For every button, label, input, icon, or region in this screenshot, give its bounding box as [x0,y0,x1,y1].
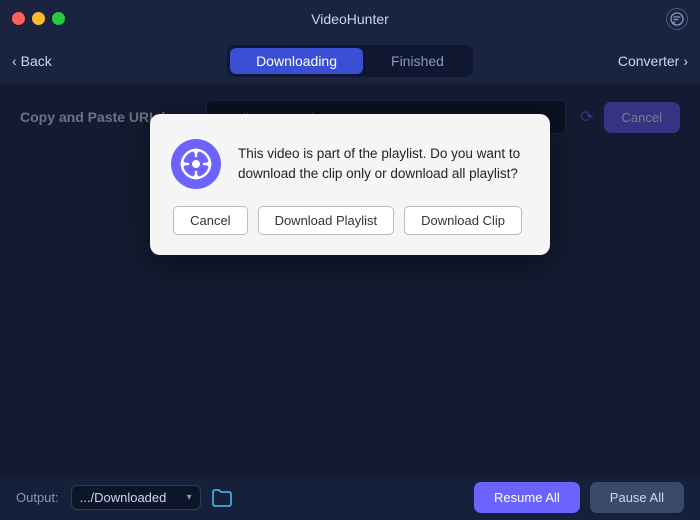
chevron-left-icon: ‹ [12,53,17,69]
back-label: Back [21,53,52,69]
app-title: VideoHunter [311,11,389,27]
output-path-dropdown[interactable]: .../Downloaded ▾ [71,485,201,510]
tab-downloading[interactable]: Downloading [230,48,363,74]
back-button[interactable]: ‹ Back [12,53,52,69]
converter-label: Converter [618,53,679,69]
dialog-cancel-button[interactable]: Cancel [173,206,247,235]
minimize-button[interactable] [32,12,45,25]
nav-tabs: Downloading Finished [227,45,473,77]
title-bar: VideoHunter [0,0,700,38]
chevron-right-icon: › [683,53,688,69]
converter-button[interactable]: Converter › [618,53,688,69]
dialog-download-playlist-button[interactable]: Download Playlist [258,206,395,235]
main-area: Copy and Paste URL here: ⟳ Cancel [0,84,700,474]
maximize-button[interactable] [52,12,65,25]
dialog-content: This video is part of the playlist. Do y… [170,138,522,190]
title-bar-right [666,8,688,30]
dialog-box: This video is part of the playlist. Do y… [150,114,550,255]
tab-finished[interactable]: Finished [365,48,470,74]
output-path-text: .../Downloaded [80,490,181,505]
film-reel-icon [170,138,222,190]
dialog-buttons: Cancel Download Playlist Download Clip [170,206,522,235]
output-label: Output: [16,490,59,505]
resume-all-button[interactable]: Resume All [474,482,580,513]
dialog-download-clip-button[interactable]: Download Clip [404,206,522,235]
dropdown-arrow-icon: ▾ [187,492,192,503]
pause-all-button[interactable]: Pause All [590,482,684,513]
window-controls[interactable] [12,12,65,25]
bottom-bar: Output: .../Downloaded ▾ Resume All Paus… [0,474,700,520]
open-folder-button[interactable] [211,488,233,508]
chat-icon[interactable] [666,8,688,30]
nav-bar: ‹ Back Downloading Finished Converter › [0,38,700,84]
dialog-message: This video is part of the playlist. Do y… [238,144,522,185]
bottom-right-buttons: Resume All Pause All [474,482,684,513]
close-button[interactable] [12,12,25,25]
dialog-overlay: This video is part of the playlist. Do y… [0,84,700,474]
